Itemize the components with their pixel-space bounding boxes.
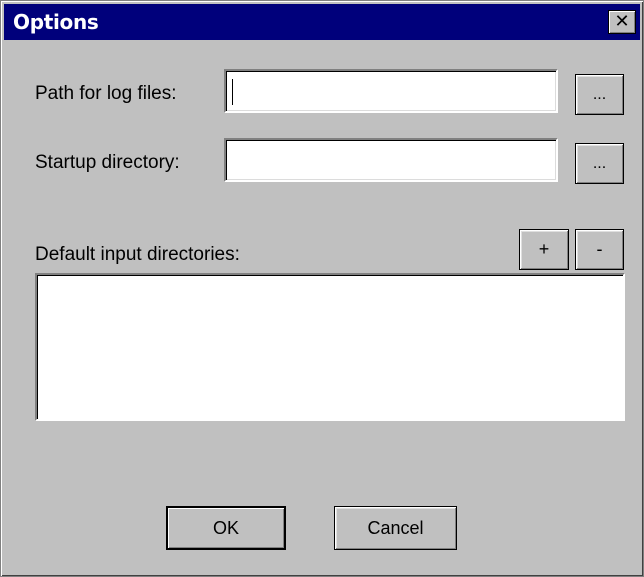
log-path-field[interactable]: [224, 69, 558, 113]
input-dirs-list[interactable]: [35, 273, 625, 421]
cancel-button[interactable]: Cancel: [334, 506, 457, 550]
options-dialog: Options ✕ Path for log files: ... Startu…: [0, 0, 644, 577]
remove-directory-button[interactable]: -: [575, 229, 624, 270]
startup-dir-browse-button[interactable]: ...: [575, 143, 624, 184]
add-directory-button[interactable]: +: [519, 229, 569, 270]
startup-dir-label: Startup directory:: [35, 152, 180, 173]
text-caret: [232, 79, 233, 105]
ok-button[interactable]: OK: [166, 506, 286, 550]
dialog-title: Options: [13, 10, 99, 34]
log-path-label: Path for log files:: [35, 83, 177, 104]
startup-dir-field[interactable]: [224, 138, 558, 182]
log-path-input[interactable]: [226, 71, 556, 111]
close-button[interactable]: ✕: [608, 10, 636, 34]
input-dirs-label: Default input directories:: [35, 244, 240, 265]
log-path-browse-button[interactable]: ...: [575, 74, 624, 115]
close-icon: ✕: [614, 11, 630, 32]
title-bar[interactable]: Options ✕: [4, 4, 640, 40]
startup-dir-input[interactable]: [226, 140, 556, 180]
